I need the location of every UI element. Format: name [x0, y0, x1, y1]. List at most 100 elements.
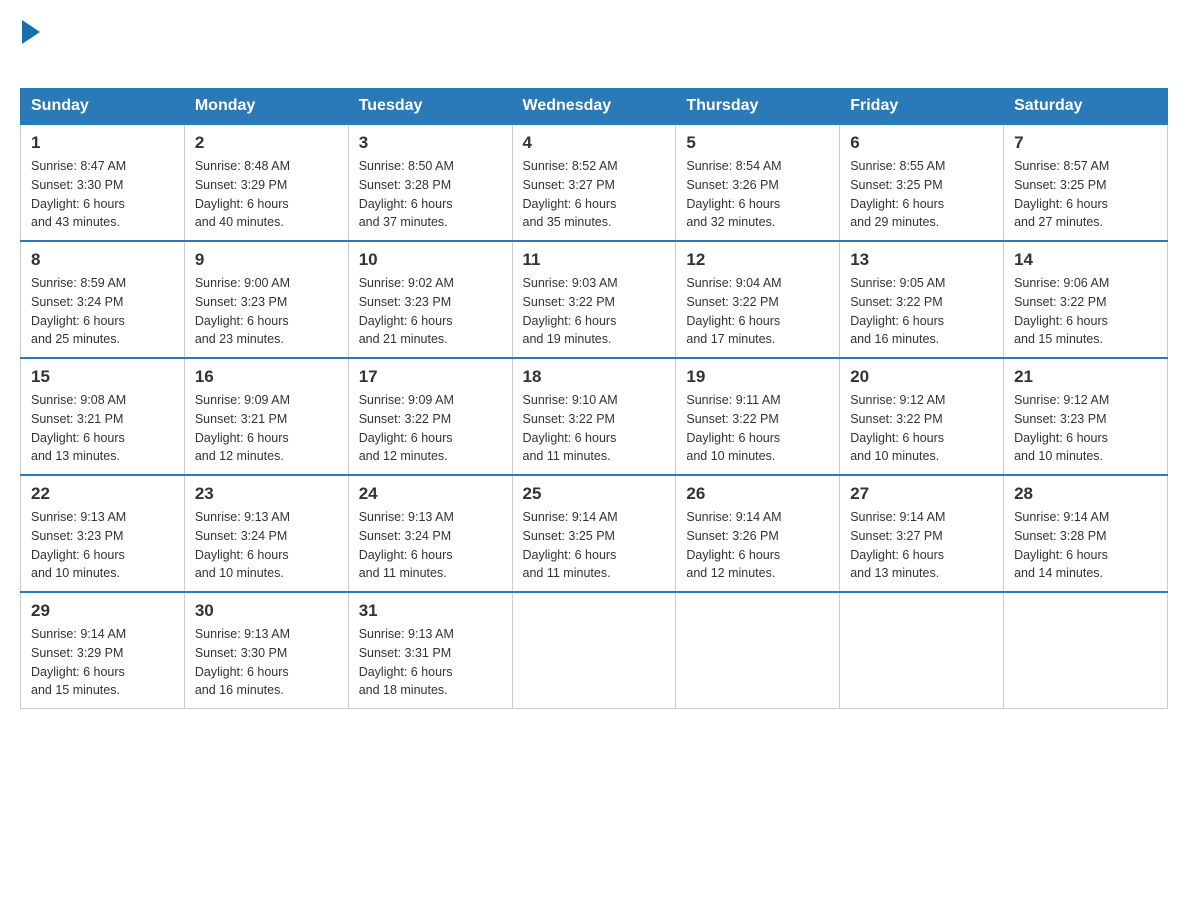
day-info: Sunrise: 9:13 AM Sunset: 3:24 PM Dayligh…	[359, 508, 502, 583]
day-info: Sunrise: 8:54 AM Sunset: 3:26 PM Dayligh…	[686, 157, 829, 232]
day-number: 14	[1014, 250, 1157, 270]
day-info: Sunrise: 9:02 AM Sunset: 3:23 PM Dayligh…	[359, 274, 502, 349]
calendar-cell	[512, 592, 676, 709]
calendar-cell: 9 Sunrise: 9:00 AM Sunset: 3:23 PM Daylig…	[184, 241, 348, 358]
day-info: Sunrise: 8:47 AM Sunset: 3:30 PM Dayligh…	[31, 157, 174, 232]
day-number: 28	[1014, 484, 1157, 504]
calendar-cell: 22 Sunrise: 9:13 AM Sunset: 3:23 PM Dayli…	[21, 475, 185, 592]
day-number: 11	[523, 250, 666, 270]
day-info: Sunrise: 8:48 AM Sunset: 3:29 PM Dayligh…	[195, 157, 338, 232]
day-info: Sunrise: 8:52 AM Sunset: 3:27 PM Dayligh…	[523, 157, 666, 232]
day-number: 13	[850, 250, 993, 270]
calendar-week-row: 1 Sunrise: 8:47 AM Sunset: 3:30 PM Daylig…	[21, 124, 1168, 241]
weekday-header-sunday: Sunday	[21, 89, 185, 125]
day-number: 31	[359, 601, 502, 621]
day-info: Sunrise: 9:11 AM Sunset: 3:22 PM Dayligh…	[686, 391, 829, 466]
day-info: Sunrise: 9:12 AM Sunset: 3:22 PM Dayligh…	[850, 391, 993, 466]
day-number: 1	[31, 133, 174, 153]
day-info: Sunrise: 9:13 AM Sunset: 3:23 PM Dayligh…	[31, 508, 174, 583]
calendar-cell: 30 Sunrise: 9:13 AM Sunset: 3:30 PM Dayli…	[184, 592, 348, 709]
day-number: 3	[359, 133, 502, 153]
calendar-cell: 2 Sunrise: 8:48 AM Sunset: 3:29 PM Daylig…	[184, 124, 348, 241]
day-info: Sunrise: 9:12 AM Sunset: 3:23 PM Dayligh…	[1014, 391, 1157, 466]
calendar-cell: 8Sunrise: 8:59 AM Sunset: 3:24 PM Daylig…	[21, 241, 185, 358]
calendar-cell: 21 Sunrise: 9:12 AM Sunset: 3:23 PM Dayli…	[1004, 358, 1168, 475]
logo	[20, 20, 40, 72]
calendar-cell: 20 Sunrise: 9:12 AM Sunset: 3:22 PM Dayli…	[840, 358, 1004, 475]
day-number: 12	[686, 250, 829, 270]
day-number: 24	[359, 484, 502, 504]
day-info: Sunrise: 9:05 AM Sunset: 3:22 PM Dayligh…	[850, 274, 993, 349]
day-info: Sunrise: 8:57 AM Sunset: 3:25 PM Dayligh…	[1014, 157, 1157, 232]
calendar-cell: 15 Sunrise: 9:08 AM Sunset: 3:21 PM Dayli…	[21, 358, 185, 475]
day-number: 15	[31, 367, 174, 387]
calendar-cell: 17 Sunrise: 9:09 AM Sunset: 3:22 PM Dayli…	[348, 358, 512, 475]
calendar-cell: 3 Sunrise: 8:50 AM Sunset: 3:28 PM Daylig…	[348, 124, 512, 241]
calendar-table: SundayMondayTuesdayWednesdayThursdayFrid…	[20, 88, 1168, 709]
day-info: Sunrise: 9:08 AM Sunset: 3:21 PM Dayligh…	[31, 391, 174, 466]
day-info: Sunrise: 9:13 AM Sunset: 3:30 PM Dayligh…	[195, 625, 338, 700]
day-info: Sunrise: 9:09 AM Sunset: 3:22 PM Dayligh…	[359, 391, 502, 466]
calendar-body: 1 Sunrise: 8:47 AM Sunset: 3:30 PM Daylig…	[21, 124, 1168, 709]
day-number: 27	[850, 484, 993, 504]
day-number: 26	[686, 484, 829, 504]
weekday-header-saturday: Saturday	[1004, 89, 1168, 125]
day-info: Sunrise: 9:14 AM Sunset: 3:25 PM Dayligh…	[523, 508, 666, 583]
day-number: 25	[523, 484, 666, 504]
calendar-week-row: 29 Sunrise: 9:14 AM Sunset: 3:29 PM Dayli…	[21, 592, 1168, 709]
calendar-cell: 13 Sunrise: 9:05 AM Sunset: 3:22 PM Dayli…	[840, 241, 1004, 358]
calendar-cell: 28 Sunrise: 9:14 AM Sunset: 3:28 PM Dayli…	[1004, 475, 1168, 592]
calendar-week-row: 22 Sunrise: 9:13 AM Sunset: 3:23 PM Dayli…	[21, 475, 1168, 592]
day-info: Sunrise: 9:06 AM Sunset: 3:22 PM Dayligh…	[1014, 274, 1157, 349]
day-info: Sunrise: 9:00 AM Sunset: 3:23 PM Dayligh…	[195, 274, 338, 349]
day-number: 5	[686, 133, 829, 153]
day-info: Sunrise: 9:14 AM Sunset: 3:28 PM Dayligh…	[1014, 508, 1157, 583]
calendar-cell: 16Sunrise: 9:09 AM Sunset: 3:21 PM Dayli…	[184, 358, 348, 475]
calendar-cell: 26 Sunrise: 9:14 AM Sunset: 3:26 PM Dayli…	[676, 475, 840, 592]
calendar-cell: 24 Sunrise: 9:13 AM Sunset: 3:24 PM Dayli…	[348, 475, 512, 592]
weekday-header-wednesday: Wednesday	[512, 89, 676, 125]
day-info: Sunrise: 8:50 AM Sunset: 3:28 PM Dayligh…	[359, 157, 502, 232]
calendar-cell: 25 Sunrise: 9:14 AM Sunset: 3:25 PM Dayli…	[512, 475, 676, 592]
weekday-header-thursday: Thursday	[676, 89, 840, 125]
day-info: Sunrise: 9:14 AM Sunset: 3:26 PM Dayligh…	[686, 508, 829, 583]
day-number: 18	[523, 367, 666, 387]
weekday-header-monday: Monday	[184, 89, 348, 125]
day-number: 7	[1014, 133, 1157, 153]
day-info: Sunrise: 8:55 AM Sunset: 3:25 PM Dayligh…	[850, 157, 993, 232]
day-info: Sunrise: 9:03 AM Sunset: 3:22 PM Dayligh…	[523, 274, 666, 349]
day-number: 19	[686, 367, 829, 387]
calendar-cell: 19 Sunrise: 9:11 AM Sunset: 3:22 PM Dayli…	[676, 358, 840, 475]
calendar-cell: 6 Sunrise: 8:55 AM Sunset: 3:25 PM Daylig…	[840, 124, 1004, 241]
calendar-cell: 5 Sunrise: 8:54 AM Sunset: 3:26 PM Daylig…	[676, 124, 840, 241]
day-number: 6	[850, 133, 993, 153]
day-info: Sunrise: 9:04 AM Sunset: 3:22 PM Dayligh…	[686, 274, 829, 349]
calendar-cell: 18Sunrise: 9:10 AM Sunset: 3:22 PM Dayli…	[512, 358, 676, 475]
day-info: Sunrise: 9:14 AM Sunset: 3:27 PM Dayligh…	[850, 508, 993, 583]
day-number: 22	[31, 484, 174, 504]
calendar-cell: 10 Sunrise: 9:02 AM Sunset: 3:23 PM Dayli…	[348, 241, 512, 358]
day-number: 9	[195, 250, 338, 270]
day-number: 23	[195, 484, 338, 504]
day-number: 10	[359, 250, 502, 270]
calendar-cell: 23Sunrise: 9:13 AM Sunset: 3:24 PM Dayli…	[184, 475, 348, 592]
calendar-cell: 7 Sunrise: 8:57 AM Sunset: 3:25 PM Daylig…	[1004, 124, 1168, 241]
day-number: 17	[359, 367, 502, 387]
day-number: 29	[31, 601, 174, 621]
calendar-cell	[1004, 592, 1168, 709]
weekday-header-row: SundayMondayTuesdayWednesdayThursdayFrid…	[21, 89, 1168, 125]
day-number: 2	[195, 133, 338, 153]
calendar-week-row: 8Sunrise: 8:59 AM Sunset: 3:24 PM Daylig…	[21, 241, 1168, 358]
calendar-cell: 14 Sunrise: 9:06 AM Sunset: 3:22 PM Dayli…	[1004, 241, 1168, 358]
day-number: 20	[850, 367, 993, 387]
day-info: Sunrise: 9:14 AM Sunset: 3:29 PM Dayligh…	[31, 625, 174, 700]
calendar-cell: 11 Sunrise: 9:03 AM Sunset: 3:22 PM Dayli…	[512, 241, 676, 358]
day-number: 4	[523, 133, 666, 153]
calendar-cell: 27 Sunrise: 9:14 AM Sunset: 3:27 PM Dayli…	[840, 475, 1004, 592]
calendar-week-row: 15 Sunrise: 9:08 AM Sunset: 3:21 PM Dayli…	[21, 358, 1168, 475]
day-number: 30	[195, 601, 338, 621]
calendar-cell: 1 Sunrise: 8:47 AM Sunset: 3:30 PM Daylig…	[21, 124, 185, 241]
day-number: 21	[1014, 367, 1157, 387]
calendar-cell: 4 Sunrise: 8:52 AM Sunset: 3:27 PM Daylig…	[512, 124, 676, 241]
calendar-cell: 29 Sunrise: 9:14 AM Sunset: 3:29 PM Dayli…	[21, 592, 185, 709]
